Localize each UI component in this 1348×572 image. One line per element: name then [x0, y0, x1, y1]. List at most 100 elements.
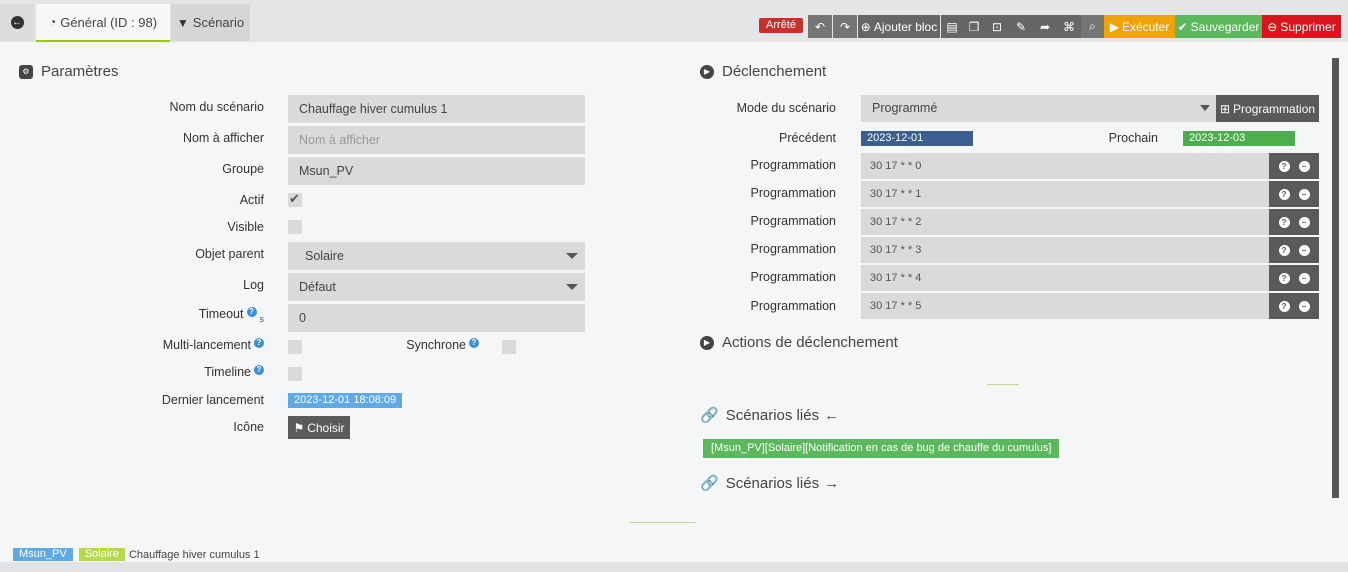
dependencies-button[interactable]: ⌘	[1057, 15, 1081, 38]
delete-button[interactable]: ⊖ Supprimer	[1262, 15, 1341, 38]
display-name-label: Nom à afficher	[182, 131, 264, 145]
tab-scenario-label: Scénario	[192, 15, 245, 30]
tab-general-label: Général (ID : 98)	[60, 14, 158, 30]
schedule-row: 30 17 * * 2? −	[861, 209, 1319, 235]
group-input[interactable]: Msun_PV	[288, 157, 585, 185]
multi-launch-checkbox[interactable]	[288, 340, 302, 354]
name-label: Nom du scénario	[169, 100, 265, 114]
divider	[630, 522, 696, 523]
schedule-cron-input[interactable]: 30 17 * * 3	[861, 237, 1269, 263]
help-icon[interactable]: ?	[1278, 216, 1290, 228]
timeout-input[interactable]: 0	[288, 304, 585, 332]
execute-label: Exécuter	[1121, 19, 1170, 34]
help-icon[interactable]: ?	[1278, 244, 1290, 256]
synchronous-label: Synchrone?	[380, 338, 479, 352]
template-button[interactable]: ⊡	[985, 15, 1009, 38]
window-edge	[1340, 42, 1348, 572]
schedule-cron-input[interactable]: 30 17 * * 1	[861, 181, 1269, 207]
schedule-actions: ? −	[1269, 293, 1319, 319]
undo-button[interactable]: ↶	[808, 15, 832, 38]
schedule-label: Programmation	[750, 186, 836, 200]
users-cog-icon: ⚙	[19, 64, 33, 79]
save-button[interactable]: ✔ Sauvegarder	[1175, 15, 1262, 38]
plus-square-icon: ⊞	[1219, 101, 1231, 116]
export-button[interactable]: ➦	[1033, 15, 1057, 38]
log-select[interactable]: Défaut	[288, 273, 585, 301]
log-label: Log	[243, 278, 264, 292]
add-programmation-label: Programmation	[1233, 101, 1316, 116]
schedule-cron-input[interactable]: 30 17 * * 0	[861, 153, 1269, 179]
help-icon[interactable]: ?	[254, 338, 264, 348]
log-button[interactable]: ▤	[941, 15, 963, 38]
linked-out-title: 🔗 Scénarios liés →	[700, 474, 839, 493]
schedule-row: 30 17 * * 1? −	[861, 181, 1319, 207]
display-name-input[interactable]: Nom à afficher	[288, 126, 585, 154]
mode-select[interactable]: Programmé	[861, 95, 1216, 122]
remove-icon[interactable]: −	[1298, 188, 1310, 200]
save-label: Sauvegarder	[1190, 19, 1260, 34]
timeline-label-text: Timeline	[204, 365, 251, 379]
scrollbar-thumb[interactable]	[1332, 58, 1339, 498]
schedule-cron-input[interactable]: 30 17 * * 2	[861, 209, 1269, 235]
play-circle-icon: ▶	[700, 64, 714, 79]
active-label: Actif	[239, 193, 264, 207]
help-icon[interactable]: ?	[254, 365, 264, 375]
redo-icon: ↷	[839, 19, 851, 34]
edit-button[interactable]: ✎	[1009, 15, 1033, 38]
schedule-cron-input[interactable]: 30 17 * * 4	[861, 265, 1269, 291]
visible-checkbox[interactable]	[288, 220, 302, 234]
schedule-actions: ? −	[1269, 153, 1319, 179]
help-icon[interactable]: ?	[469, 338, 479, 348]
help-icon[interactable]: ?	[1278, 272, 1290, 284]
tab-scenario[interactable]: ▼ Scénario	[171, 4, 250, 41]
gamepad-icon: ▶	[1109, 19, 1119, 34]
back-button[interactable]: ←	[0, 4, 34, 41]
schedule-cron-input[interactable]: 30 17 * * 5	[861, 293, 1269, 319]
trigger-title: ▶ Déclenchement	[700, 63, 826, 80]
schedule-row: 30 17 * * 5? −	[861, 293, 1319, 319]
add-programmation-button[interactable]: ⊞ Programmation	[1216, 95, 1319, 122]
remove-icon[interactable]: −	[1298, 216, 1310, 228]
active-checkbox[interactable]	[288, 191, 302, 207]
redo-button[interactable]: ↷	[833, 15, 857, 38]
log-value: Défaut	[299, 280, 336, 294]
remove-icon[interactable]: −	[1298, 272, 1310, 284]
flag-icon: ⚑	[293, 420, 305, 435]
undo-icon: ↶	[814, 19, 826, 34]
search-button[interactable]: ⌕	[1081, 15, 1104, 38]
add-block-label: Ajouter bloc	[873, 19, 938, 34]
caret-down-icon	[1200, 105, 1210, 111]
synchronous-checkbox[interactable]	[502, 340, 516, 354]
multi-launch-label-text: Multi-lancement	[162, 338, 251, 352]
last-run-badge: 2023-12-01 18:08:09	[288, 393, 403, 408]
help-icon[interactable]: ?	[1278, 160, 1290, 172]
check-circle-icon: ✔	[1177, 19, 1188, 34]
linked-scenario-badge[interactable]: [Msun_PV][Solaire][Notification en cas d…	[703, 439, 1060, 458]
schedule-actions: ? −	[1269, 181, 1319, 207]
help-icon[interactable]: ?	[1278, 300, 1290, 312]
parent-object-select[interactable]: Solaire	[288, 242, 585, 270]
duplicate-button[interactable]: ❐	[963, 15, 985, 38]
execute-button[interactable]: ▶ Exécuter	[1104, 15, 1175, 38]
help-icon[interactable]: ?	[246, 307, 257, 317]
parent-object-value: Solaire	[305, 249, 344, 263]
schedule-row: 30 17 * * 3? −	[861, 237, 1319, 263]
synchronous-label-text: Synchrone	[406, 338, 466, 352]
minus-circle-icon: ⊖	[1267, 19, 1278, 34]
tab-general[interactable]: ◔ Général (ID : 98)	[36, 4, 170, 42]
remove-icon[interactable]: −	[1298, 160, 1310, 172]
choose-icon-button[interactable]: ⚑ Choisir	[288, 416, 350, 439]
remove-icon[interactable]: −	[1298, 300, 1310, 312]
scenario-name-input[interactable]: Chauffage hiver cumulus 1	[288, 95, 585, 123]
arrow-left-circle-icon: ←	[10, 16, 24, 29]
schedule-row: 30 17 * * 4? −	[861, 265, 1319, 291]
timeline-checkbox[interactable]	[288, 367, 302, 381]
footer-scenario-name: Chauffage hiver cumulus 1	[128, 548, 260, 561]
remove-icon[interactable]: −	[1298, 244, 1310, 256]
link-icon: 🔗	[700, 407, 719, 424]
help-icon[interactable]: ?	[1278, 188, 1290, 200]
mode-label: Mode du scénario	[736, 101, 836, 115]
add-block-button[interactable]: ⊕ Ajouter bloc	[858, 15, 940, 38]
last-run-label: Dernier lancement	[161, 393, 264, 407]
delete-label: Supprimer	[1280, 19, 1336, 34]
